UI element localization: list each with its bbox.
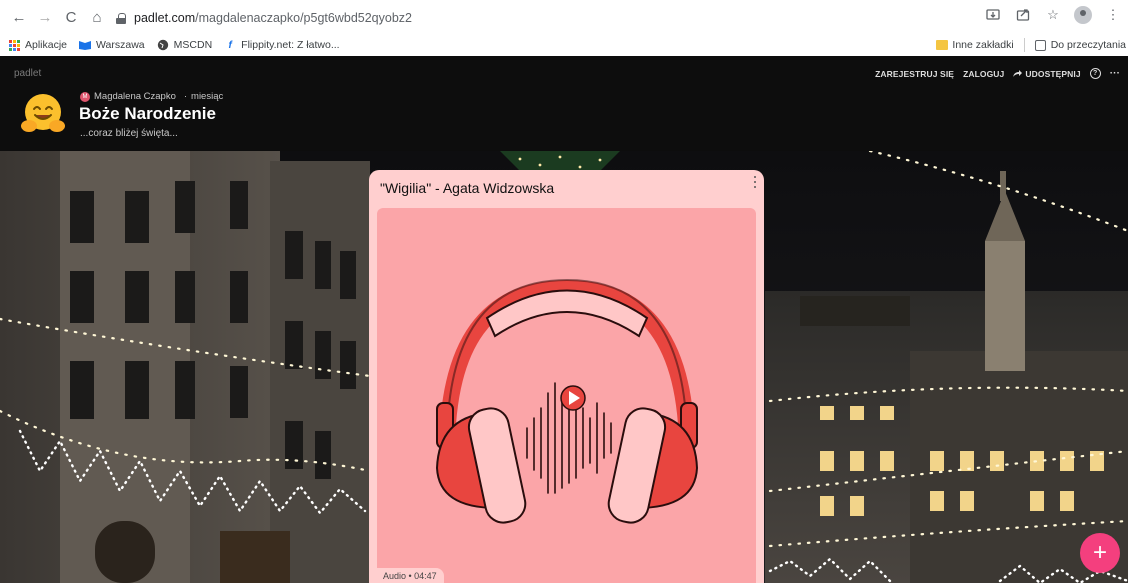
bookmark-warszawa[interactable]: Warszawa xyxy=(79,36,145,54)
padlet-subtitle: ...coraz bliżej święta... xyxy=(80,128,178,139)
post-menu-icon[interactable] xyxy=(754,176,758,188)
bookmark-label: MSCDN xyxy=(173,39,213,51)
bookmark-other[interactable]: Inne zakładki xyxy=(936,36,1014,54)
add-post-button[interactable]: + xyxy=(1080,533,1120,573)
divider xyxy=(1023,38,1025,52)
home-icon[interactable]: ⌂ xyxy=(86,6,108,28)
browser-toolbar-right: ☆ ⋮ xyxy=(984,6,1122,24)
padlet-logo[interactable]: padlet xyxy=(14,68,41,79)
bookmark-label: Flippity.net: Z łatwo... xyxy=(241,39,340,51)
flippity-icon: f xyxy=(228,39,232,51)
bookmarks-bar: Aplikacje Warszawa MSCDN f Flippity.net:… xyxy=(0,34,1128,56)
bookmarks-right: Inne zakładki Do przeczytania xyxy=(936,36,1126,54)
post-title: "Wigilia" - Agata Widzowska xyxy=(380,180,555,196)
audio-duration-badge: Audio • 04:47 xyxy=(376,568,444,583)
post-card[interactable]: "Wigilia" - Agata Widzowska xyxy=(369,170,764,583)
address-bar-row: ← → C ⌂ padlet.com/magdalenaczapko/p5gt6… xyxy=(0,0,1128,34)
post-time: miesiąc xyxy=(191,91,224,102)
author-avatar[interactable]: M xyxy=(80,91,90,102)
install-app-icon[interactable] xyxy=(984,6,1002,24)
padlet-title: Boże Narodzenie xyxy=(79,104,216,123)
headphones-icon xyxy=(435,278,699,524)
share-label: UDOSTĘPNIJ xyxy=(1025,68,1081,79)
header-actions: ZAREJESTRUJ SIĘ ZALOGUJ UDOSTĘPNIJ ? ··· xyxy=(875,68,1120,79)
bookmark-apps[interactable]: Aplikacje xyxy=(8,36,67,54)
share-button[interactable]: UDOSTĘPNIJ xyxy=(1013,68,1081,79)
omnibox[interactable]: padlet.com/magdalenaczapko/p5gt6wbd52qyo… xyxy=(108,6,988,30)
back-arrow-icon[interactable]: ← xyxy=(8,6,30,28)
book-icon xyxy=(79,39,92,51)
menu-dots-icon[interactable]: ⋮ xyxy=(1104,6,1122,24)
bookmark-mscdn[interactable]: MSCDN xyxy=(157,36,213,54)
profile-avatar-icon[interactable] xyxy=(1074,6,1092,24)
share-arrow-icon xyxy=(1013,69,1023,77)
audio-attachment[interactable] xyxy=(377,208,756,583)
padlet-header: padlet ZAREJESTRUJ SIĘ ZALOGUJ UDOSTĘPNI… xyxy=(0,56,1128,151)
signup-link[interactable]: ZAREJESTRUJ SIĘ xyxy=(875,69,954,79)
folder-icon xyxy=(936,40,949,50)
url-text[interactable]: padlet.com/magdalenaczapko/p5gt6wbd52qyo… xyxy=(134,11,412,25)
separator-dot: · xyxy=(183,91,188,102)
bookmark-label: Aplikacje xyxy=(25,39,68,51)
author-name[interactable]: Magdalena Czapko xyxy=(94,91,176,102)
forward-arrow-icon[interactable]: → xyxy=(34,6,56,28)
hugging-face-emoji-icon xyxy=(21,94,65,132)
reload-icon[interactable]: C xyxy=(60,6,82,28)
apps-grid-icon xyxy=(8,39,20,51)
share-icon[interactable] xyxy=(1014,6,1032,24)
author-meta: M Magdalena Czapko · miesiąc xyxy=(80,91,223,102)
bookmark-label: Warszawa xyxy=(96,39,145,51)
bookmark-flippity[interactable]: f Flippity.net: Z łatwo... xyxy=(224,36,339,54)
help-icon[interactable]: ? xyxy=(1089,68,1101,79)
reading-list-icon xyxy=(1034,39,1046,51)
more-menu-icon[interactable]: ··· xyxy=(1110,68,1120,79)
browser-chrome: ← → C ⌂ padlet.com/magdalenaczapko/p5gt6… xyxy=(0,0,1128,56)
bookmark-label: Inne zakładki xyxy=(952,39,1014,51)
globe-icon xyxy=(157,39,169,51)
lock-icon xyxy=(116,12,126,24)
bookmark-label: Do przeczytania xyxy=(1050,39,1126,51)
reading-list[interactable]: Do przeczytania xyxy=(1034,36,1126,54)
login-link[interactable]: ZALOGUJ xyxy=(963,69,1004,79)
star-icon[interactable]: ☆ xyxy=(1044,6,1062,24)
